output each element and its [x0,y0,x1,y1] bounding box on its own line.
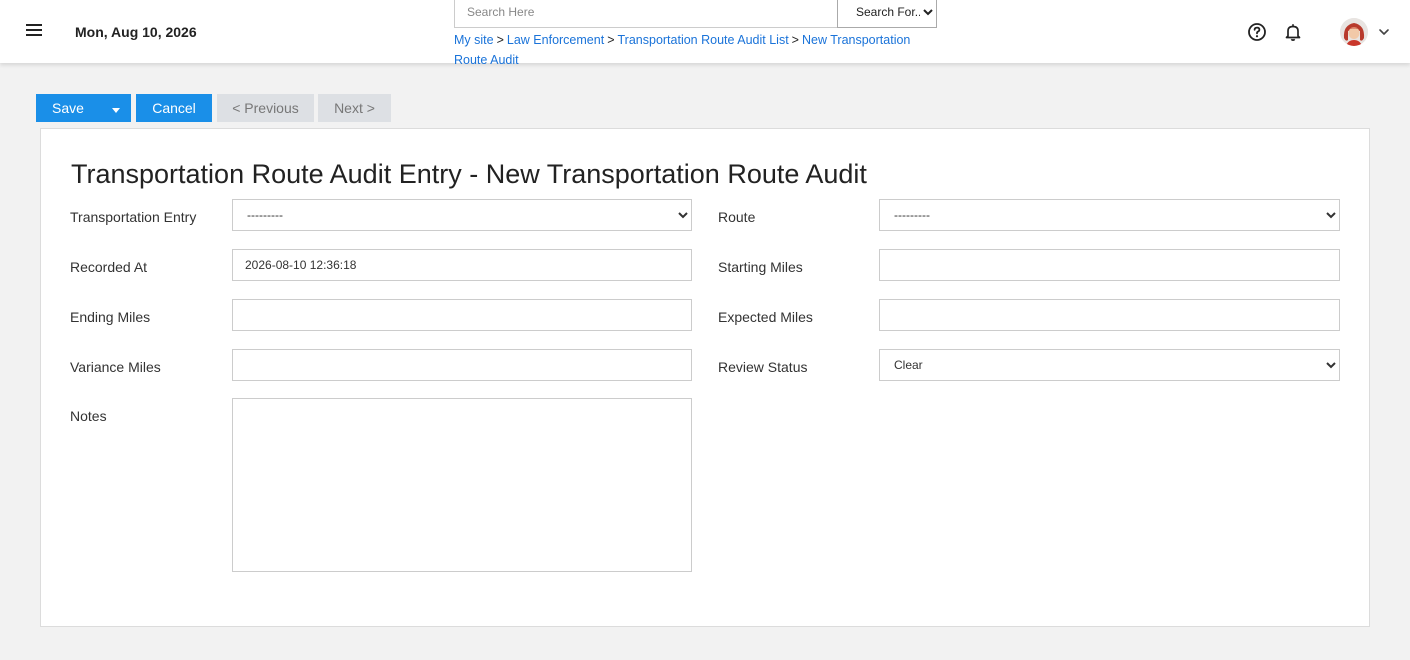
save-options-button[interactable] [100,94,131,122]
variance-miles-label: Variance Miles [70,359,161,375]
caret-down-icon [111,108,120,113]
starting-miles-label: Starting Miles [718,259,803,275]
starting-miles-field[interactable] [879,249,1340,281]
recorded-at-label: Recorded At [70,259,148,275]
save-button[interactable]: Save [36,94,100,122]
breadcrumb: My site > Law Enforcement > Transportation R… [454,30,934,70]
ending-miles-label: Ending Miles [70,309,151,325]
top-bar: Mon, Aug 10, 2026 Search For... My site>… [0,0,1410,67]
search-for-select[interactable]: Search For... [837,0,937,28]
transportation-entry-label: Transportation Entry [70,209,197,225]
breadcrumb-separator: > [496,33,504,47]
help-icon[interactable] [1247,22,1267,42]
breadcrumb-my-site[interactable]: My site [454,33,494,47]
expected-miles-field[interactable] [879,299,1340,331]
page-title: Transportation Route Audit Entry - New T… [71,159,867,189]
route-label: Route [718,209,756,225]
recorded-at-field[interactable] [232,249,692,281]
review-status-label: Review Status [718,359,808,375]
breadcrumb-separator: > [607,33,615,47]
breadcrumb-law-enforcement[interactable]: Law Enforcement [507,33,604,47]
variance-miles-field[interactable] [232,349,692,381]
form-card: Transportation Route Audit Entry - New T… [40,128,1370,627]
breadcrumb-separator: > [791,33,799,47]
search-input[interactable] [454,0,838,28]
chevron-down-icon[interactable] [1377,25,1391,39]
transportation-entry-select[interactable]: --------- [232,199,692,231]
previous-button[interactable]: < Previous [217,94,314,122]
notes-textarea[interactable] [232,398,692,572]
review-status-select[interactable]: Clear [879,349,1340,381]
notes-label: Notes [70,408,107,424]
next-button[interactable]: Next > [318,94,391,122]
route-select[interactable]: --------- [879,199,1340,231]
menu-icon[interactable] [26,22,48,42]
cancel-button[interactable]: Cancel [136,94,212,122]
bell-icon[interactable] [1283,22,1303,42]
breadcrumb-audit-list[interactable]: Transportation Route Audit List [618,33,789,47]
current-date: Mon, Aug 10, 2026 [75,24,197,40]
ending-miles-field[interactable] [232,299,692,331]
expected-miles-label: Expected Miles [718,309,813,325]
avatar[interactable] [1340,18,1368,46]
